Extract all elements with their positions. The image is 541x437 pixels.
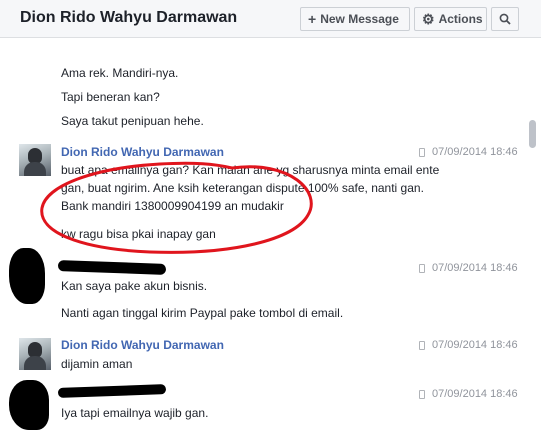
- sender-name[interactable]: Dion Rido Wahyu Darmawan: [61, 145, 224, 159]
- gear-icon: ⚙: [422, 11, 435, 27]
- message-text: Iya tapi emailnya wajib gan.: [61, 406, 209, 420]
- actions-button[interactable]: ⚙ Actions: [414, 7, 487, 31]
- mobile-icon: [419, 264, 425, 273]
- message-text: dijamin aman: [61, 357, 133, 371]
- new-message-label: New Message: [320, 12, 399, 26]
- message-text: gan, buat ngirim. Ane ksih keterangan di…: [61, 181, 424, 195]
- message-timestamp: 07/09/2014 18:46: [432, 339, 518, 351]
- message-text: Saya takut penipuan hehe.: [61, 114, 204, 128]
- redaction-mark: [57, 384, 167, 398]
- actions-label: Actions: [438, 12, 483, 26]
- message-text: buat apa emailnya gan? Kan malah ane yg …: [61, 163, 440, 177]
- message-text: Nanti agan tinggal kirim Paypal pake tom…: [61, 306, 344, 320]
- avatar[interactable]: [19, 144, 51, 176]
- search-icon: [499, 13, 511, 25]
- message-text: Ama rek. Mandiri-nya.: [61, 66, 179, 80]
- sender-name[interactable]: Dion Rido Wahyu Darmawan: [61, 338, 224, 352]
- message-timestamp: 07/09/2014 18:46: [432, 146, 518, 158]
- redaction-mark: [9, 248, 45, 304]
- message-text: Kan saya pake akun bisnis.: [61, 279, 208, 293]
- redaction-mark: [57, 260, 167, 275]
- mobile-icon: [419, 341, 425, 350]
- message-timestamp: 07/09/2014 18:46: [432, 262, 518, 274]
- mobile-icon: [419, 148, 425, 157]
- message-text: Bank mandiri 1380009904199 an mudakir: [61, 199, 284, 213]
- message-timestamp: 07/09/2014 18:46: [432, 388, 518, 400]
- message-text: kw ragu bisa pkai inapay gan: [61, 227, 216, 241]
- redaction-mark: [9, 380, 49, 430]
- plus-icon: +: [308, 11, 317, 27]
- message-text: Tapi beneran kan?: [61, 90, 160, 104]
- search-button[interactable]: [491, 7, 519, 31]
- mobile-icon: [419, 390, 425, 399]
- scrollbar-thumb[interactable]: [529, 120, 536, 148]
- new-message-button[interactable]: + New Message: [300, 7, 410, 31]
- avatar[interactable]: [19, 338, 51, 370]
- conversation-header: Dion Rido Wahyu Darmawan + New Message ⚙…: [0, 0, 541, 38]
- conversation-title[interactable]: Dion Rido Wahyu Darmawan: [20, 9, 237, 27]
